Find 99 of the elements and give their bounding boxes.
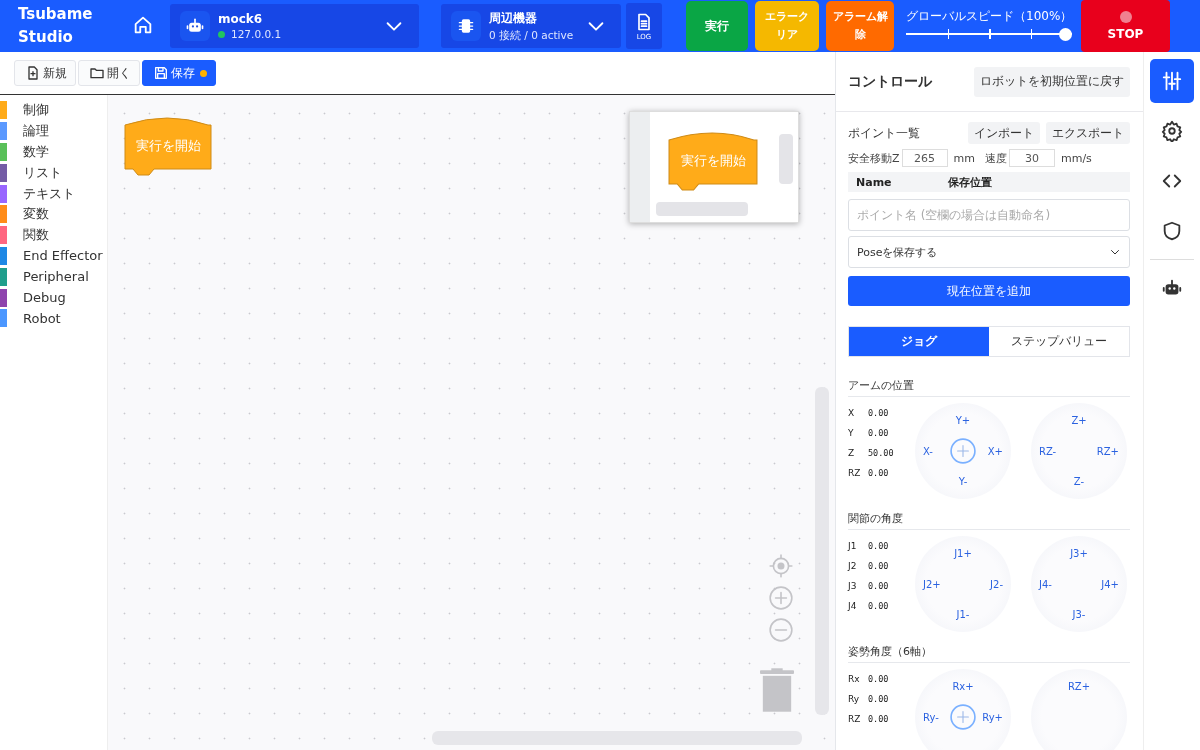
pose-dropdown[interactable]: Poseを保存する	[848, 236, 1130, 268]
category-item[interactable]: Debug	[23, 290, 66, 306]
category-item[interactable]: テキスト	[23, 184, 75, 203]
speed-label: グローバルスピード（100%）	[906, 7, 1074, 25]
axis-label: Rx	[848, 674, 861, 684]
axis-value: 0.00	[868, 408, 889, 418]
field-label: 速度	[985, 150, 1007, 166]
mode-tab[interactable]: ジョグ	[849, 327, 989, 356]
run-button[interactable]: 実行	[686, 1, 748, 51]
category-item[interactable]: 関数	[23, 226, 49, 245]
export-button[interactable]: エクスポート	[1046, 122, 1130, 144]
jog-button[interactable]: Y+	[955, 415, 971, 426]
jog-button[interactable]: Y-	[958, 476, 968, 487]
jog-button[interactable]: X+	[987, 445, 1003, 457]
axis-label: RZ	[848, 468, 862, 478]
column-header: 保存位置	[948, 174, 992, 190]
sliders-icon	[1161, 70, 1183, 92]
column-header: Name	[855, 175, 893, 189]
robot-name: mock6	[218, 12, 264, 26]
jog-button[interactable]: RZ-	[1039, 445, 1057, 457]
jog-button[interactable]: X-	[923, 445, 933, 457]
jog-button[interactable]: Ry+	[982, 711, 1003, 723]
unit-label: mm/s	[1061, 151, 1092, 165]
axis-value: 0.00	[868, 674, 889, 684]
category-item[interactable]: Robot	[23, 310, 61, 326]
point-name-field[interactable]: ポイント名 (空欄の場合は自動命名)	[848, 199, 1130, 231]
open-button[interactable]: 開く	[78, 60, 140, 86]
jog-button[interactable]: J1-	[956, 609, 970, 620]
alarm-reset-button[interactable]: アラーム解除	[826, 1, 894, 51]
jog-button[interactable]: J4+	[1101, 578, 1119, 590]
jog-button[interactable]: J2-	[990, 578, 1003, 590]
panel-title: コントロール	[848, 72, 932, 91]
category-item[interactable]: Peripheral	[23, 269, 89, 285]
field-label: 安全移動Z	[848, 150, 900, 166]
section-title: ポイント一覧	[848, 124, 920, 142]
category-item[interactable]: 変数	[23, 205, 49, 224]
axis-value: 0.00	[868, 714, 889, 724]
axis-label: RZ	[848, 714, 862, 724]
slider-thumb[interactable]	[1059, 27, 1072, 41]
import-button[interactable]: インポート	[968, 122, 1040, 144]
category-item[interactable]: リスト	[23, 163, 62, 182]
settings-icon	[1161, 120, 1183, 142]
folder-icon	[89, 65, 105, 81]
axis-label: Y	[848, 428, 855, 438]
jog-button[interactable]: RZ+	[1067, 681, 1091, 692]
peripheral-selector[interactable]: 周辺機器 0 接続 / 0 active	[441, 4, 621, 48]
speed-slider[interactable]	[906, 26, 1072, 41]
minimap-scrollbar	[779, 134, 793, 184]
section-title: アームの位置	[848, 378, 1130, 397]
category-item[interactable]: 数学	[23, 143, 49, 161]
peripheral-title: 周辺機器	[489, 9, 538, 27]
axis-label: J2	[848, 561, 858, 571]
axis-label: X	[848, 408, 856, 418]
axis-label: J3	[848, 581, 858, 591]
category-item[interactable]: 論理	[23, 122, 49, 141]
number-field[interactable]: 30	[1009, 149, 1055, 167]
axis-value: 0.00	[868, 694, 889, 704]
section-title: 関節の角度	[848, 511, 1130, 530]
category-item[interactable]: 制御	[23, 101, 49, 120]
jog-button[interactable]: J1+	[954, 548, 972, 559]
robot-selector[interactable]: mock6 127.0.0.1	[170, 4, 419, 48]
reset-position-button[interactable]: ロボットを初期位置に戻す	[974, 66, 1130, 97]
lamp-icon	[1119, 11, 1132, 23]
stop-button[interactable]: STOP	[1081, 0, 1170, 52]
new-file-icon	[25, 65, 41, 81]
jog-button[interactable]: Z+	[1071, 415, 1087, 426]
axis-value: 0.00	[868, 581, 889, 591]
jog-button[interactable]: RZ+	[1096, 445, 1119, 457]
app-title: Tsubame Studio	[18, 4, 94, 48]
ip-address: 127.0.0.1	[231, 28, 282, 40]
number-field[interactable]: 265	[901, 149, 948, 167]
home-icon	[132, 14, 154, 36]
connection-status: 0 接続 / 0 active	[489, 28, 575, 43]
save-icon	[153, 65, 169, 81]
axis-value: 0.00	[868, 468, 889, 478]
axis-value: 0.00	[868, 428, 889, 438]
axis-label: J4	[848, 601, 858, 611]
category-item[interactable]: End Effector	[23, 248, 103, 264]
chip-icon	[456, 16, 476, 36]
add-point-button[interactable]: 現在位置を追加	[848, 276, 1130, 306]
jog-button[interactable]: J2+	[923, 578, 941, 590]
new-button[interactable]: 新規	[14, 60, 76, 86]
axis-value: 0.00	[868, 561, 889, 571]
axis-label: Ry	[848, 694, 861, 704]
jog-button[interactable]: J3+	[1070, 548, 1088, 559]
jog-button[interactable]: Ry-	[923, 711, 939, 723]
axis-value: 0.00	[868, 541, 889, 551]
section-title: 姿勢角度（6軸）	[848, 644, 1130, 663]
shield-icon	[1161, 220, 1183, 242]
unit-label: mm	[953, 151, 975, 165]
axis-label: Z	[848, 448, 856, 458]
jog-button[interactable]: J4-	[1039, 578, 1052, 590]
jog-button[interactable]: J3-	[1072, 609, 1086, 620]
jog-button[interactable]: Rx+	[952, 681, 974, 692]
axis-label: J1	[848, 541, 858, 551]
axis-value: 50.00	[868, 448, 894, 458]
save-button[interactable]: 保存	[142, 60, 216, 86]
axis-value: 0.00	[868, 601, 889, 611]
jog-button[interactable]: Z-	[1073, 476, 1085, 487]
